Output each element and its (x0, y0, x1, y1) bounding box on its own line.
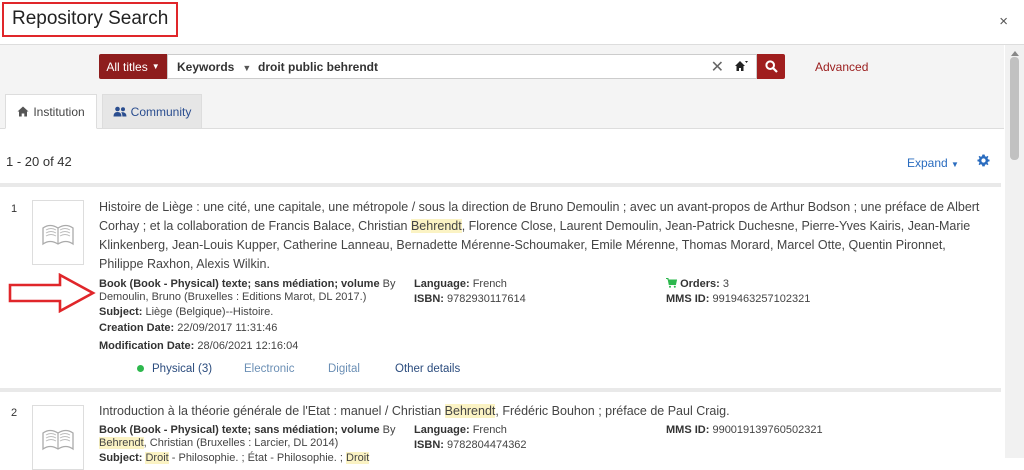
result-title-text: , Frédéric Bouhon ; préface de Paul Crai… (495, 404, 730, 418)
result-type: Book (Book - Physical) texte; sans média… (99, 424, 399, 450)
scrollbar-thumb[interactable] (1010, 57, 1019, 160)
tab-community-label: Community (130, 104, 192, 119)
subject-value: Liège (Belgique)--Histoire. (145, 306, 274, 318)
result-author: Demoulin, Bruno (Bruxelles : Editions Ma… (99, 291, 367, 303)
result-subject: Subject: Liège (Belgique)--Histoire. (99, 306, 273, 319)
search-highlight: Droit (145, 452, 169, 464)
search-input[interactable]: droit public behrendt (258, 60, 378, 74)
digital-link[interactable]: Digital (328, 363, 360, 375)
other-details-link[interactable]: Other details (395, 363, 460, 375)
creation-value: 22/09/2017 11:31:46 (177, 322, 278, 334)
home-icon (17, 106, 29, 117)
tab-community[interactable]: Community (102, 94, 202, 129)
search-highlight: Behrendt (99, 437, 144, 449)
users-icon (113, 106, 127, 117)
search-icon (764, 60, 778, 73)
results-count: 1 - 20 of 42 (6, 154, 72, 169)
mms-value: 9919463257102321 (712, 293, 811, 305)
result-author: , Christian (Bruxelles : Larcier, DL 201… (143, 437, 339, 449)
scrollbar[interactable] (1005, 45, 1024, 458)
result-isbn: ISBN: 9782804474362 (414, 439, 527, 452)
by-label: By (382, 424, 396, 436)
isbn-value: 9782930117614 (447, 293, 526, 305)
availability-dot-icon (137, 365, 144, 373)
result-modification-date: Modification Date: 28/06/2021 12:16:04 (99, 340, 298, 353)
mms-label: MMS ID: (666, 424, 710, 436)
language-label: Language: (414, 424, 470, 436)
gear-icon[interactable] (977, 154, 990, 170)
creation-label: Creation Date: (99, 322, 175, 334)
search-highlight: Behrendt (410, 219, 462, 233)
tab-institution[interactable]: Institution (5, 94, 97, 129)
result-title-text: Introduction à la théorie générale de l'… (99, 404, 445, 418)
mms-value: 990019139760502321 (712, 424, 823, 436)
cart-icon (666, 278, 678, 288)
physical-link[interactable]: Physical (3) (137, 363, 212, 375)
orders-value: 3 (722, 278, 729, 290)
result-number: 1 (11, 203, 18, 215)
mms-label: MMS ID: (666, 293, 710, 305)
result-mms-id: MMS ID: 990019139760502321 (666, 424, 823, 437)
scope-label: All titles (106, 59, 148, 74)
result-language: Language: French (414, 278, 507, 291)
field-label: Keywords (177, 60, 235, 74)
search-box: Keywords ▼ droit public behrendt ✕ (167, 54, 757, 79)
physical-label: Physical (3) (152, 363, 213, 375)
result-format: Book (Book - Physical) texte; sans média… (99, 424, 380, 436)
language-label: Language: (414, 278, 470, 290)
subject-label: Subject: (99, 306, 143, 318)
result-number: 2 (11, 407, 18, 419)
isbn-label: ISBN: (414, 293, 444, 305)
chevron-down-icon: ▼ (151, 62, 160, 71)
result-subject: Subject: Droit - Philosophie. ; État - P… (99, 452, 370, 465)
result-title[interactable]: Histoire de Liège : une cité, une capita… (99, 198, 984, 274)
result-type: Book (Book - Physical) texte; sans média… (99, 278, 399, 304)
isbn-value: 9782804474362 (447, 439, 527, 451)
subject-value: - Philosophie. ; État - Philosophie. ; (168, 452, 347, 464)
scope-dropdown[interactable]: All titles ▼ (99, 54, 167, 79)
result-isbn: ISBN: 9782930117614 (414, 293, 526, 306)
tab-institution-label: Institution (33, 104, 85, 119)
chevron-down-icon: ▼ (242, 63, 252, 73)
expand-label: Expand (907, 156, 948, 170)
language-value: French (472, 278, 507, 290)
book-icon (42, 429, 74, 450)
book-thumbnail[interactable] (32, 200, 84, 265)
dialog-title-frame: Repository Search (2, 2, 179, 37)
modification-label: Modification Date: (99, 340, 195, 352)
language-value: French (472, 424, 507, 436)
expand-dropdown[interactable]: Expand ▼ (907, 156, 959, 170)
field-dropdown[interactable]: Keywords ▼ (177, 60, 251, 74)
search-button[interactable] (757, 54, 785, 79)
clear-icon[interactable]: ✕ (711, 57, 724, 77)
tab-bar: Institution Community (0, 90, 1004, 129)
close-icon[interactable]: × (999, 13, 1008, 30)
result-language: Language: French (414, 424, 507, 437)
caret-down-icon: ▼ (951, 160, 959, 169)
modification-value: 28/06/2021 12:16:04 (197, 340, 299, 352)
book-icon (42, 224, 74, 245)
result-format: Book (Book - Physical) texte; sans média… (99, 278, 380, 290)
result-separator (0, 388, 1001, 392)
result-orders[interactable]: Orders: 3 (666, 278, 729, 291)
electronic-link[interactable]: Electronic (244, 363, 295, 375)
orders-label: Orders: (680, 278, 720, 290)
result-mms-id: MMS ID: 9919463257102321 (666, 293, 810, 306)
search-highlight: Droit (346, 452, 370, 464)
isbn-label: ISBN: (414, 439, 444, 451)
dialog-title: Repository Search (12, 8, 169, 29)
annotation-arrow (8, 273, 96, 313)
result-creation-date: Creation Date: 22/09/2017 11:31:46 (99, 322, 277, 335)
subject-label: Subject: (99, 452, 143, 464)
result-title[interactable]: Introduction à la théorie générale de l'… (99, 402, 984, 421)
book-thumbnail[interactable] (32, 405, 84, 470)
search-highlight: Behrendt (444, 404, 496, 418)
result-separator (0, 183, 1001, 187)
advanced-search-link[interactable]: Advanced (815, 60, 868, 74)
home-scope-icon[interactable] (734, 60, 748, 75)
by-label: By (382, 278, 396, 290)
scroll-up-icon[interactable] (1011, 51, 1019, 56)
